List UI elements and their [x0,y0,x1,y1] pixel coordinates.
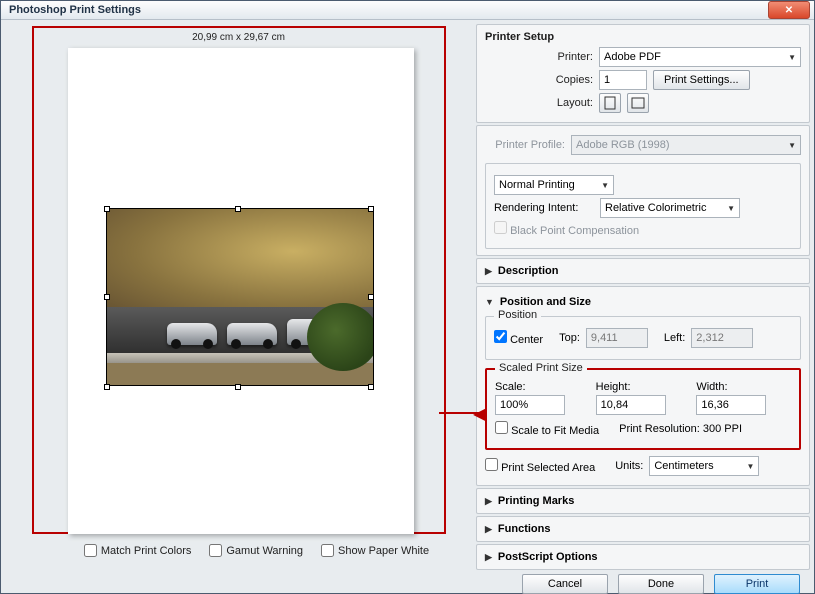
show-paper-white-check[interactable]: Show Paper White [321,544,429,557]
resize-handle[interactable] [368,206,374,212]
units-select[interactable]: Centimeters▼ [649,456,759,476]
rendering-intent-select[interactable]: Relative Colorimetric▼ [600,198,740,218]
print-selected-area-check[interactable]: Print Selected Area [485,458,595,474]
resize-handle[interactable] [235,206,241,212]
dialog-footer: Cancel Done Print [1,574,814,594]
chevron-right-icon [485,551,492,563]
chevron-down-icon[interactable] [485,296,494,308]
preview-area: 20,99 cm x 29,67 cm [32,26,446,534]
resize-handle[interactable] [235,384,241,390]
printer-setup-panel: Printer Setup Printer: Adobe PDF▼ Copies… [476,24,810,123]
left-label: Left: [664,332,685,344]
chevron-right-icon [485,265,492,277]
top-input: 9,411 [586,328,648,348]
page-dimensions-label: 20,99 cm x 29,67 cm [34,32,444,43]
chevron-down-icon: ▼ [727,204,735,213]
rendering-intent-label: Rendering Intent: [494,202,594,214]
paper-sheet [68,48,414,534]
chevron-down-icon: ▼ [746,462,754,471]
chevron-right-icon [485,495,492,507]
cancel-button[interactable]: Cancel [522,574,608,594]
resize-handle[interactable] [368,384,374,390]
print-button[interactable]: Print [714,574,800,594]
description-section[interactable]: Description [476,258,810,284]
printer-profile-select[interactable]: Adobe RGB (1998)▼ [571,135,801,155]
chevron-down-icon: ▼ [601,181,609,190]
layout-label: Layout: [485,97,593,109]
printer-select[interactable]: Adobe PDF▼ [599,47,801,67]
copies-label: Copies: [485,74,593,86]
preview-image[interactable] [106,208,374,386]
layout-portrait-button[interactable] [599,93,621,113]
printer-profile-label: Printer Profile: [485,139,565,151]
layout-landscape-button[interactable] [627,93,649,113]
scale-input[interactable]: 100% [495,395,565,415]
position-size-panel: Position and Size Position Center Top: 9… [476,286,810,486]
resize-handle[interactable] [104,384,110,390]
printing-mode-select[interactable]: Normal Printing▼ [494,175,614,195]
color-management-panel: Printer Profile: Adobe RGB (1998)▼ Norma… [476,125,810,256]
postscript-section[interactable]: PostScript Options [476,544,810,570]
resize-handle[interactable] [368,294,374,300]
width-input[interactable]: 16,36 [696,395,766,415]
print-resolution-label: Print Resolution: 300 PPI [619,423,742,435]
functions-section[interactable]: Functions [476,516,810,542]
position-legend: Position [494,309,541,321]
callout-arrowhead: ◀ [473,404,485,424]
chevron-down-icon: ▼ [788,141,796,150]
chevron-down-icon: ▼ [788,53,796,62]
scaled-print-size-group: ◀ Scaled Print Size Scale:100% Height:10… [485,368,801,450]
titlebar: Photoshop Print Settings ✕ [1,1,814,20]
height-label: Height: [596,381,691,393]
chevron-right-icon [485,523,492,535]
scaled-legend: Scaled Print Size [495,362,587,374]
height-input[interactable]: 10,84 [596,395,666,415]
resize-handle[interactable] [104,206,110,212]
close-icon[interactable]: ✕ [768,1,810,19]
top-label: Top: [559,332,580,344]
copies-input[interactable]: 1 [599,70,647,90]
left-input: 2,312 [691,328,753,348]
units-label: Units: [615,460,643,472]
preview-options: Match Print Colors Gamut Warning Show Pa… [48,544,429,557]
position-size-title: Position and Size [500,296,591,308]
position-group: Position Center Top: 9,411 Left: 2,312 [485,316,801,360]
print-settings-window: Photoshop Print Settings ✕ 20,99 cm x 29… [0,0,815,594]
black-point-check: Black Point Compensation [494,221,639,237]
print-settings-button[interactable]: Print Settings... [653,70,750,90]
scale-to-fit-check[interactable]: Scale to Fit Media [495,421,599,437]
printing-marks-section[interactable]: Printing Marks [476,488,810,514]
done-button[interactable]: Done [618,574,704,594]
printer-label: Printer: [485,51,593,63]
scale-label: Scale: [495,381,590,393]
window-title: Photoshop Print Settings [5,4,141,16]
printer-setup-title: Printer Setup [485,31,801,43]
rendering-group: Normal Printing▼ Rendering Intent: Relat… [485,163,801,249]
match-print-colors-check[interactable]: Match Print Colors [84,544,191,557]
resize-handle[interactable] [104,294,110,300]
width-label: Width: [696,381,791,393]
center-check[interactable]: Center [494,330,543,346]
gamut-warning-check[interactable]: Gamut Warning [209,544,303,557]
